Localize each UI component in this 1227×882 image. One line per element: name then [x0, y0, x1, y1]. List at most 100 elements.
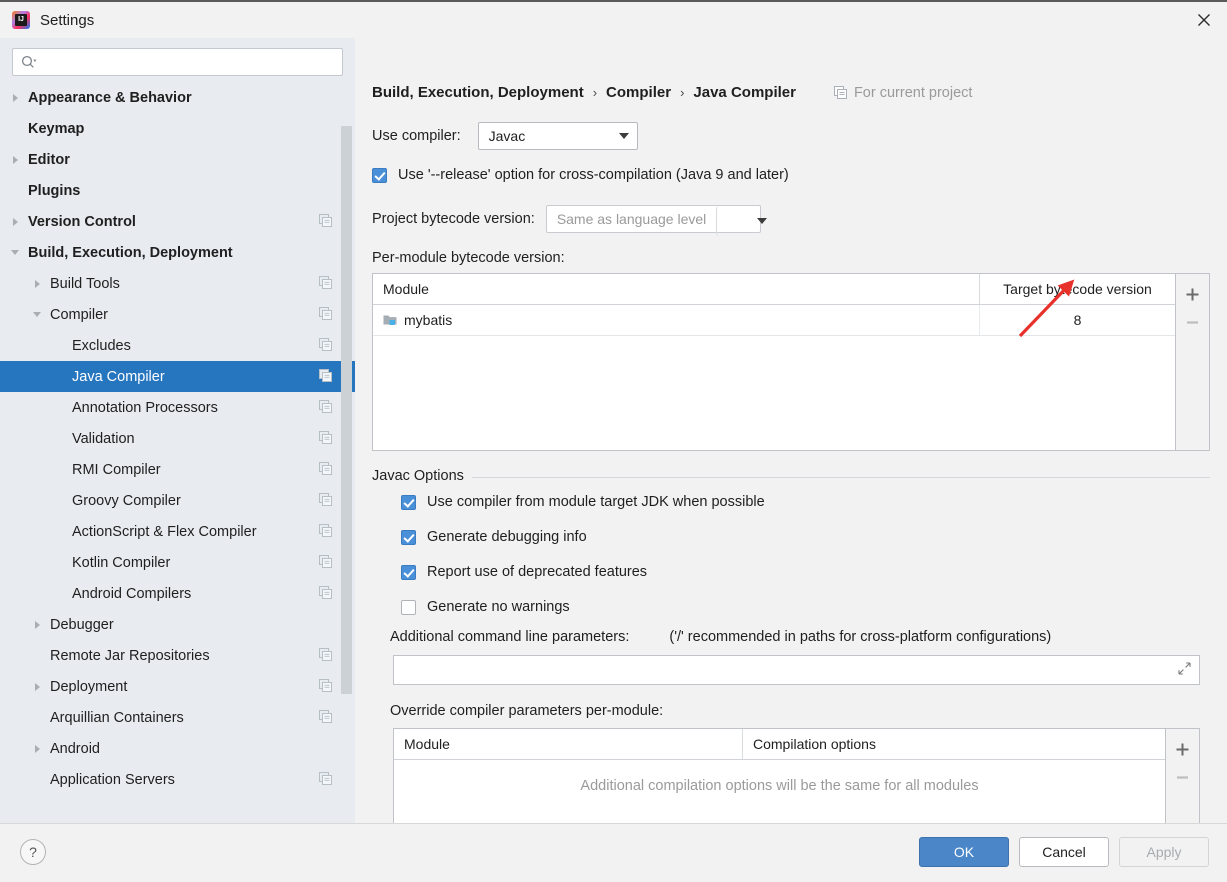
help-button[interactable]: ? — [20, 839, 46, 865]
ok-button[interactable]: OK — [919, 837, 1009, 867]
sidebar-item-label: Annotation Processors — [72, 399, 218, 416]
expand-icon[interactable] — [1178, 662, 1191, 678]
copy-settings-icon[interactable] — [319, 461, 332, 478]
window-title: Settings — [40, 11, 95, 29]
chevron-down-icon[interactable] — [30, 308, 44, 322]
sidebar-item-android-compilers[interactable]: Android Compilers — [0, 578, 355, 609]
copy-settings-icon[interactable] — [319, 430, 332, 447]
chevron-right-icon[interactable] — [30, 277, 44, 291]
sidebar-item-debugger[interactable]: Debugger — [0, 609, 355, 640]
javac-option-row-3[interactable]: Generate no warnings — [401, 599, 1210, 615]
chevron-right-icon[interactable] — [8, 215, 22, 229]
sidebar-item-annotation-processors[interactable]: Annotation Processors — [0, 392, 355, 423]
search-box[interactable] — [12, 48, 343, 76]
minus-icon — [1187, 320, 1198, 324]
sidebar-item-actionscript-flex-compiler[interactable]: ActionScript & Flex Compiler — [0, 516, 355, 547]
sidebar-item-rmi-compiler[interactable]: RMI Compiler — [0, 454, 355, 485]
cancel-button[interactable]: Cancel — [1019, 837, 1109, 867]
sidebar-item-compiler[interactable]: Compiler — [0, 299, 355, 330]
sidebar-item-validation[interactable]: Validation — [0, 423, 355, 454]
copy-settings-icon[interactable] — [319, 554, 332, 571]
sidebar-item-label: Plugins — [28, 182, 81, 199]
sidebar-item-deployment[interactable]: Deployment — [0, 671, 355, 702]
sidebar-item-groovy-compiler[interactable]: Groovy Compiler — [0, 485, 355, 516]
copy-settings-icon[interactable] — [319, 678, 332, 695]
copy-settings-icon[interactable] — [319, 306, 332, 323]
additional-params-input[interactable] — [404, 661, 1189, 679]
sidebar-item-label: Deployment — [50, 678, 128, 695]
copy-settings-icon[interactable] — [319, 275, 332, 292]
sidebar-scrollbar-thumb[interactable] — [341, 126, 352, 694]
chevron-right-icon[interactable] — [8, 153, 22, 167]
sidebar-item-version-control[interactable]: Version Control — [0, 206, 355, 237]
report-deprecated-checkbox[interactable] — [401, 564, 416, 580]
breadcrumb-item-1[interactable]: Compiler — [606, 84, 671, 101]
sidebar-item-application-servers[interactable]: Application Servers — [0, 764, 355, 795]
chevron-right-icon[interactable] — [30, 742, 44, 756]
sidebar-item-keymap[interactable]: Keymap — [0, 113, 355, 144]
javac-option-row-0[interactable]: Use compiler from module target JDK when… — [401, 494, 1210, 510]
use-compiler-label: Use compiler: — [372, 128, 461, 144]
generate-no-warnings-checkbox[interactable] — [401, 599, 416, 615]
chevron-right-icon[interactable] — [8, 91, 22, 105]
sidebar-item-android[interactable]: Android — [0, 733, 355, 764]
sidebar-item-editor[interactable]: Editor — [0, 144, 355, 175]
copy-settings-icon[interactable] — [319, 585, 332, 602]
javac-option-row-2[interactable]: Report use of deprecated features — [401, 564, 1210, 580]
cell-module: mybatis — [373, 305, 979, 335]
release-option-row[interactable]: Use '--release' option for cross-compila… — [372, 167, 1227, 183]
dialog-body: Appearance & Behavior Keymap Editor Plugins… — [0, 38, 1227, 823]
generate-debugging-info-checkbox[interactable] — [401, 529, 416, 545]
cell-target-bytecode-version[interactable]: 8 — [979, 305, 1175, 335]
copy-settings-icon[interactable] — [319, 709, 332, 726]
javac-options-legend: Javac Options — [372, 468, 472, 484]
copy-settings-icon[interactable] — [319, 337, 332, 354]
column-header-module[interactable]: Module — [373, 274, 979, 304]
copy-settings-icon[interactable] — [319, 647, 332, 664]
additional-params-field[interactable] — [393, 655, 1200, 685]
sidebar-item-label: Android — [50, 740, 100, 757]
sidebar-item-build-tools[interactable]: Build Tools — [0, 268, 355, 299]
sidebar-item-java-compiler[interactable]: Java Compiler — [0, 361, 355, 392]
project-bytecode-select[interactable]: Same as language level — [545, 205, 767, 236]
copy-settings-icon[interactable] — [319, 213, 332, 230]
copy-settings-icon[interactable] — [319, 399, 332, 416]
override-table: Module Compilation options Additional co… — [393, 728, 1166, 823]
sidebar-item-build-execution-deployment[interactable]: Build, Execution, Deployment — [0, 237, 355, 268]
sidebar-item-kotlin-compiler[interactable]: Kotlin Compiler — [0, 547, 355, 578]
table-row[interactable]: mybatis 8 — [373, 305, 1175, 336]
sidebar-item-excludes[interactable]: Excludes — [0, 330, 355, 361]
sidebar-item-appearance-behavior[interactable]: Appearance & Behavior — [0, 82, 355, 113]
release-option-label: Use '--release' option for cross-compila… — [398, 167, 789, 183]
chevron-right-icon[interactable] — [30, 680, 44, 694]
column-header-target-bytecode-version[interactable]: Target bytecode version — [979, 274, 1175, 304]
sidebar-item-plugins[interactable]: Plugins — [0, 175, 355, 206]
copy-settings-icon[interactable] — [319, 771, 332, 788]
generate-debugging-info-label: Generate debugging info — [427, 529, 587, 545]
javac-option-row-1[interactable]: Generate debugging info — [401, 529, 1210, 545]
use-compiler-select[interactable]: Javac — [477, 122, 638, 150]
add-override-button[interactable] — [1169, 735, 1197, 763]
use-module-jdk-compiler-checkbox[interactable] — [401, 494, 416, 510]
copy-settings-icon[interactable] — [319, 492, 332, 509]
close-button[interactable] — [1181, 2, 1227, 38]
sidebar-item-remote-jar-repositories[interactable]: Remote Jar Repositories — [0, 640, 355, 671]
column-header-module[interactable]: Module — [394, 729, 742, 759]
breadcrumb-separator: › — [680, 85, 685, 100]
column-header-compilation-options[interactable]: Compilation options — [742, 729, 1165, 759]
search-input[interactable] — [43, 53, 336, 71]
breadcrumb-item-0[interactable]: Build, Execution, Deployment — [372, 84, 584, 101]
add-module-button[interactable] — [1179, 280, 1207, 308]
copy-settings-icon[interactable] — [319, 368, 332, 385]
chevron-down-icon[interactable] — [8, 246, 22, 260]
plus-icon — [1186, 288, 1199, 300]
release-option-checkbox[interactable] — [372, 167, 387, 183]
copy-settings-icon[interactable] — [319, 523, 332, 540]
remove-module-button[interactable] — [1179, 308, 1207, 336]
remove-override-button[interactable] — [1169, 763, 1197, 791]
chevron-down-icon[interactable] — [716, 206, 806, 236]
chevron-right-icon[interactable] — [30, 618, 44, 632]
sidebar-item-arquillian-containers[interactable]: Arquillian Containers — [0, 702, 355, 733]
